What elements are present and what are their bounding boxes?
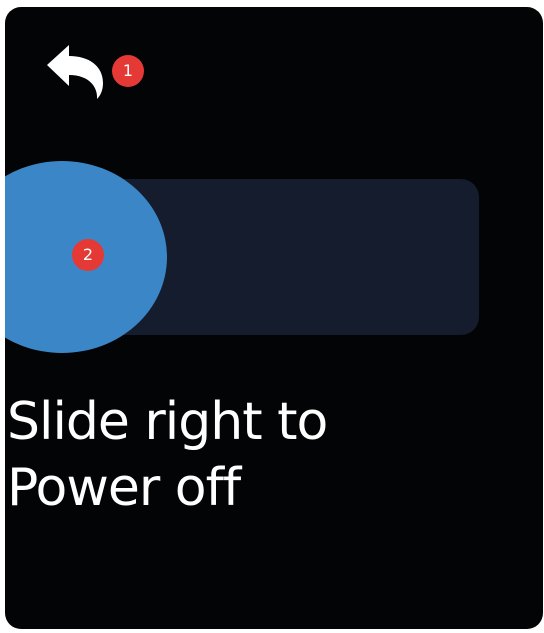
- power-off-screen: 1 2 Slide right to Power off: [5, 7, 543, 629]
- undo-arrow-icon: [47, 45, 103, 99]
- slide-instruction: Slide right to Power off: [7, 389, 527, 521]
- back-button[interactable]: [43, 43, 113, 105]
- annotation-badge-2: 2: [72, 239, 104, 271]
- slide-instruction-line-2: Power off: [7, 458, 241, 518]
- annotation-badge-1: 1: [112, 55, 144, 87]
- slide-instruction-line-1: Slide right to: [7, 392, 328, 452]
